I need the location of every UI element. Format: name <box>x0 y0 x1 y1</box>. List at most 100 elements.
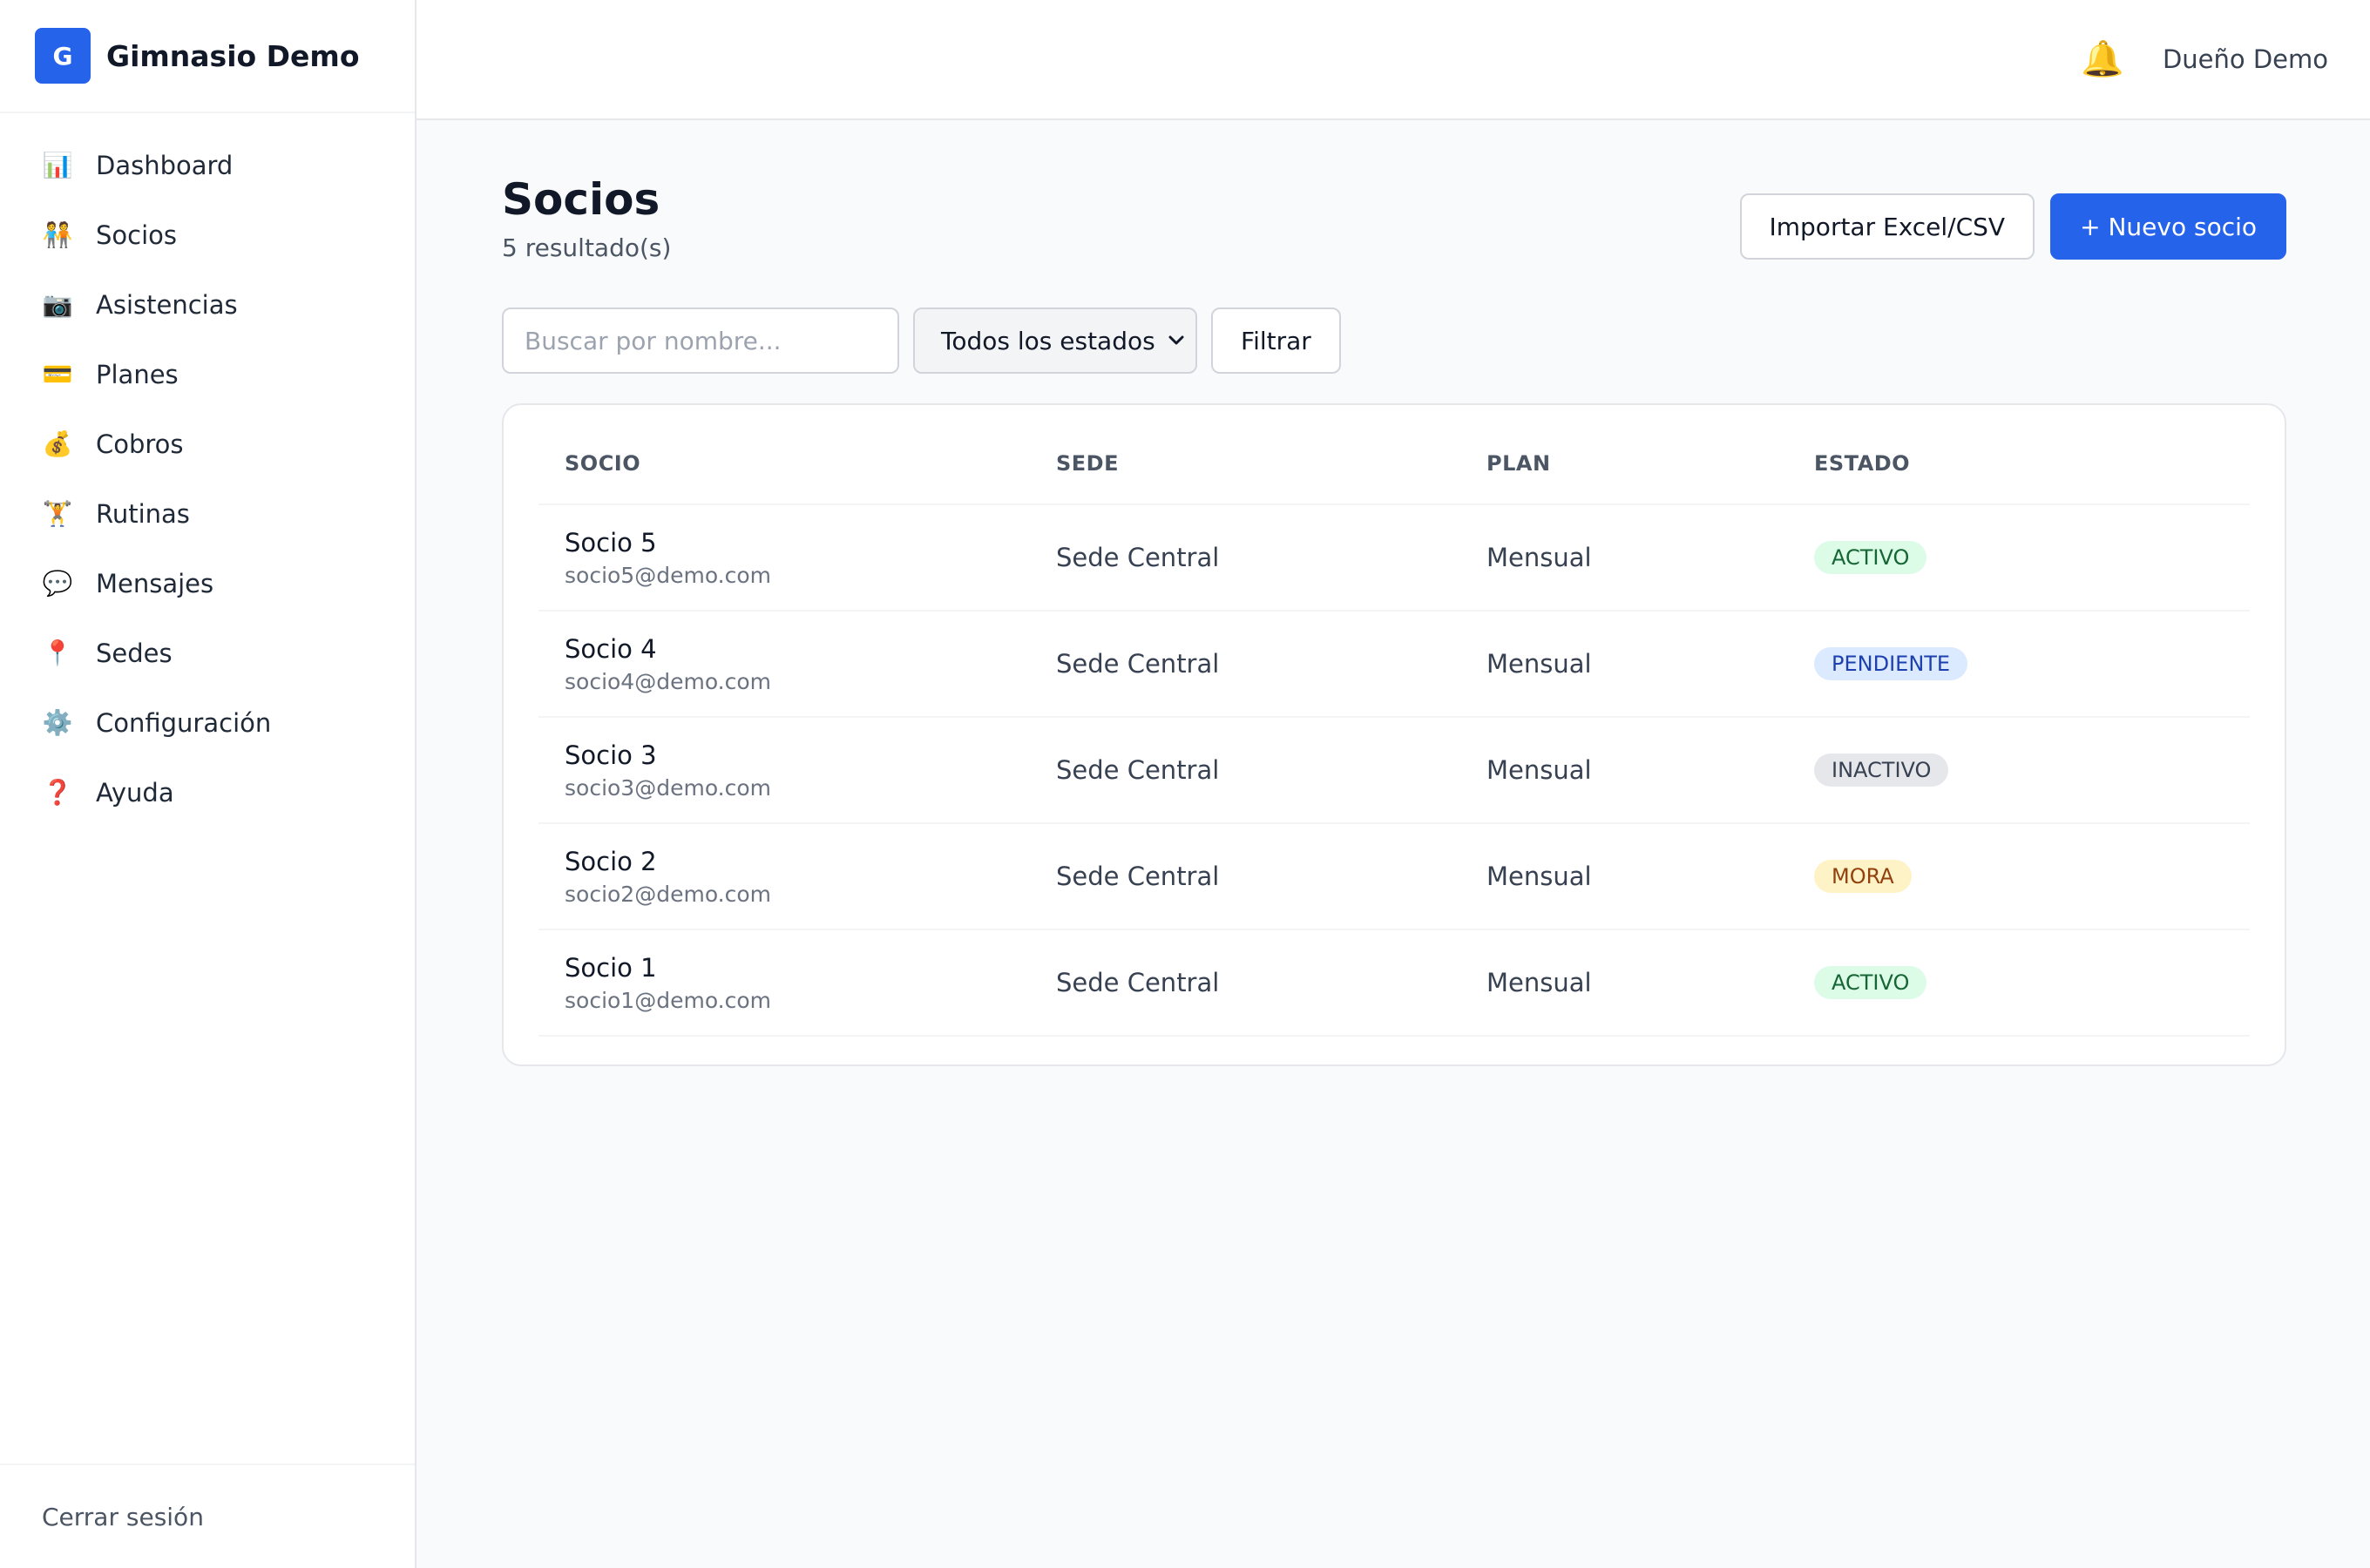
sidebar-item-label: Sedes <box>96 639 173 668</box>
sidebar-item-dashboard[interactable]: 📊 Dashboard <box>21 138 394 193</box>
sidebar-item-label: Ayuda <box>96 778 174 808</box>
estado-cell: INACTIVO <box>1814 717 2250 824</box>
table-row[interactable]: Socio 3 socio3@demo.com Sede Central Men… <box>538 717 2250 824</box>
socio-cell: Socio 3 socio3@demo.com <box>538 717 1056 824</box>
question-icon: ❓ <box>42 778 73 807</box>
sede-cell: Sede Central <box>1056 823 1486 930</box>
bell-icon[interactable]: 🔔 <box>2081 42 2124 77</box>
status-badge: INACTIVO <box>1814 754 1949 787</box>
sidebar-item-asistencias[interactable]: 📷 Asistencias <box>21 277 394 333</box>
socio-cell: Socio 4 socio4@demo.com <box>538 611 1056 718</box>
socio-name: Socio 2 <box>565 846 657 876</box>
import-button[interactable]: Importar Excel/CSV <box>1739 193 2035 260</box>
sede-cell: Sede Central <box>1056 717 1486 824</box>
brand[interactable]: G Gimnasio Demo <box>0 0 415 113</box>
topbar: 🔔 Dueño Demo <box>416 0 2370 120</box>
sidebar-item-sedes[interactable]: 📍 Sedes <box>21 625 394 681</box>
socio-cell: Socio 1 socio1@demo.com <box>538 929 1056 1037</box>
sidebar-item-label: Planes <box>96 360 179 389</box>
main-area: 🔔 Dueño Demo Socios 5 resultado(s) Impor… <box>416 0 2370 1568</box>
sidebar-item-label: Dashboard <box>96 151 234 180</box>
plan-cell: Mensual <box>1486 929 1814 1037</box>
socio-name: Socio 5 <box>565 527 657 558</box>
sidebar: G Gimnasio Demo 📊 Dashboard 🧑‍🤝‍🧑 Socios… <box>0 0 416 1568</box>
sidebar-item-label: Cobros <box>96 429 184 459</box>
sidebar-item-planes[interactable]: 💳 Planes <box>21 347 394 402</box>
status-badge: ACTIVO <box>1814 541 1927 574</box>
new-member-button[interactable]: + Nuevo socio <box>2050 193 2286 260</box>
sede-cell: Sede Central <box>1056 929 1486 1037</box>
brand-name: Gimnasio Demo <box>106 38 360 73</box>
sidebar-item-label: Mensajes <box>96 569 214 598</box>
socio-email: socio4@demo.com <box>565 668 772 694</box>
sede-cell: Sede Central <box>1056 504 1486 612</box>
sidebar-item-ayuda[interactable]: ❓ Ayuda <box>21 765 394 821</box>
table-row[interactable]: Socio 1 socio1@demo.com Sede Central Men… <box>538 929 2250 1037</box>
logout-link[interactable]: Cerrar sesión <box>0 1463 415 1568</box>
socio-email: socio5@demo.com <box>565 562 772 588</box>
members-table-card: SOCIO SEDE PLAN ESTADO Socio 5 socio5@de… <box>502 403 2286 1066</box>
camera-icon: 📷 <box>42 290 73 319</box>
table-row[interactable]: Socio 2 socio2@demo.com Sede Central Men… <box>538 823 2250 930</box>
page-header: Socios 5 resultado(s) Importar Excel/CSV… <box>502 164 2286 262</box>
sidebar-item-configuracion[interactable]: ⚙️ Configuración <box>21 695 394 751</box>
status-select-value: Todos los estados <box>941 326 1155 355</box>
socio-name: Socio 3 <box>565 740 657 770</box>
socio-email: socio3@demo.com <box>565 774 772 801</box>
socio-name: Socio 1 <box>565 952 657 983</box>
chart-icon: 📊 <box>42 151 73 179</box>
socio-name: Socio 4 <box>565 633 657 664</box>
status-badge: ACTIVO <box>1814 966 1927 999</box>
estado-cell: MORA <box>1814 823 2250 930</box>
sidebar-item-mensajes[interactable]: 💬 Mensajes <box>21 556 394 612</box>
user-menu[interactable]: Dueño Demo <box>2163 44 2328 74</box>
header-actions: Importar Excel/CSV + Nuevo socio <box>1739 193 2286 260</box>
money-bag-icon: 💰 <box>42 429 73 458</box>
sidebar-item-label: Asistencias <box>96 290 238 320</box>
socio-cell: Socio 2 socio2@demo.com <box>538 823 1056 930</box>
gear-icon: ⚙️ <box>42 708 73 737</box>
status-badge: MORA <box>1814 860 1912 893</box>
people-icon: 🧑‍🤝‍🧑 <box>42 220 73 249</box>
app-shell: G Gimnasio Demo 📊 Dashboard 🧑‍🤝‍🧑 Socios… <box>0 0 2370 1568</box>
socio-cell: Socio 5 socio5@demo.com <box>538 504 1056 612</box>
column-header-estado: ESTADO <box>1814 405 2250 505</box>
filter-button[interactable]: Filtrar <box>1211 308 1341 374</box>
sidebar-nav: 📊 Dashboard 🧑‍🤝‍🧑 Socios 📷 Asistencias 💳… <box>0 113 415 1463</box>
column-header-socio: SOCIO <box>538 405 1056 505</box>
chevron-down-icon <box>1168 332 1185 349</box>
search-input[interactable] <box>502 308 899 374</box>
plan-cell: Mensual <box>1486 823 1814 930</box>
speech-bubble-icon: 💬 <box>42 569 73 598</box>
plan-cell: Mensual <box>1486 504 1814 612</box>
estado-cell: ACTIVO <box>1814 929 2250 1037</box>
plan-cell: Mensual <box>1486 611 1814 718</box>
members-table: SOCIO SEDE PLAN ESTADO Socio 5 socio5@de… <box>538 405 2250 1037</box>
sede-cell: Sede Central <box>1056 611 1486 718</box>
estado-cell: PENDIENTE <box>1814 611 2250 718</box>
pin-icon: 📍 <box>42 639 73 667</box>
credit-card-icon: 💳 <box>42 360 73 389</box>
table-row[interactable]: Socio 4 socio4@demo.com Sede Central Men… <box>538 611 2250 718</box>
table-row[interactable]: Socio 5 socio5@demo.com Sede Central Men… <box>538 504 2250 612</box>
status-badge: PENDIENTE <box>1814 647 1968 680</box>
column-header-plan: PLAN <box>1486 405 1814 505</box>
weightlifter-icon: 🏋️ <box>42 499 73 528</box>
results-count: 5 resultado(s) <box>502 233 672 262</box>
sidebar-item-label: Rutinas <box>96 499 190 529</box>
socio-email: socio1@demo.com <box>565 987 772 1013</box>
filter-bar: Todos los estados Filtrar <box>502 308 2286 374</box>
brand-logo: G <box>35 28 91 84</box>
page-title: Socios <box>502 174 660 225</box>
column-header-sede: SEDE <box>1056 405 1486 505</box>
plan-cell: Mensual <box>1486 717 1814 824</box>
page-content: Socios 5 resultado(s) Importar Excel/CSV… <box>416 120 2370 1066</box>
status-select[interactable]: Todos los estados <box>913 308 1197 374</box>
sidebar-item-cobros[interactable]: 💰 Cobros <box>21 416 394 472</box>
sidebar-item-rutinas[interactable]: 🏋️ Rutinas <box>21 486 394 542</box>
table-header-row: SOCIO SEDE PLAN ESTADO <box>538 405 2250 505</box>
socio-email: socio2@demo.com <box>565 881 772 907</box>
sidebar-item-socios[interactable]: 🧑‍🤝‍🧑 Socios <box>21 207 394 263</box>
sidebar-item-label: Configuración <box>96 708 272 738</box>
estado-cell: ACTIVO <box>1814 504 2250 612</box>
